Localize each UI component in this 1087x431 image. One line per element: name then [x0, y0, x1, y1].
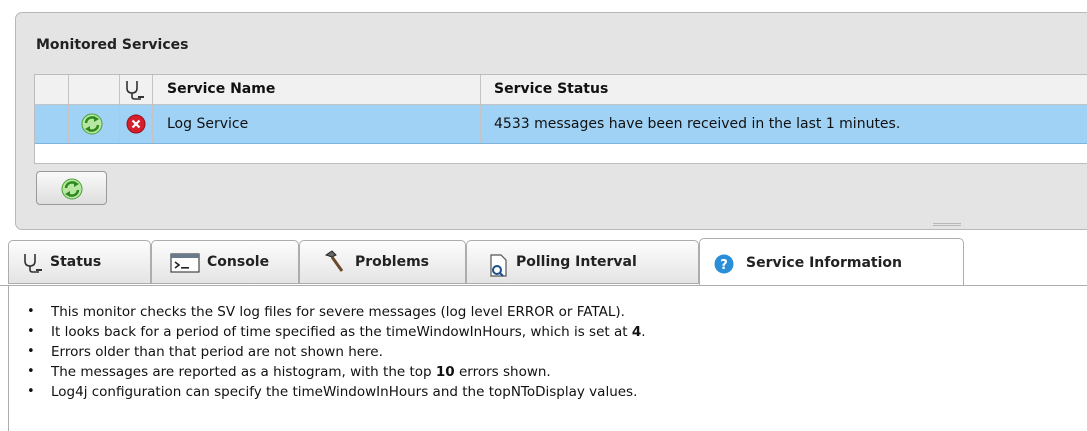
console-icon — [170, 253, 200, 273]
service-information-content: This monitor checks the SV log files for… — [0, 286, 1087, 431]
refresh-button[interactable] — [36, 171, 107, 205]
refresh-icon[interactable] — [81, 113, 103, 135]
svg-text:?: ? — [720, 258, 728, 273]
services-table: Service Name Service Status Log Service … — [34, 74, 1087, 164]
tab-problems-label: Problems — [355, 254, 430, 270]
document-search-icon — [490, 254, 507, 277]
tab-service-information-label: Service Information — [746, 255, 902, 271]
tab-bar: Status Console Problems Polling Interval… — [0, 238, 1087, 286]
tab-polling-interval-label: Polling Interval — [516, 254, 637, 270]
refresh-icon — [61, 178, 83, 200]
splitter-handle[interactable] — [933, 223, 961, 230]
tab-polling-interval[interactable]: Polling Interval — [466, 240, 699, 284]
list-item: This monitor checks the SV log files for… — [27, 302, 646, 322]
column-header-service-name[interactable]: Service Name — [167, 75, 275, 104]
panel-title: Monitored Services — [36, 37, 189, 53]
monitored-services-panel: Monitored Services Service Name Service … — [15, 12, 1087, 230]
column-header-service-status[interactable]: Service Status — [494, 75, 608, 104]
tab-console[interactable]: Console — [151, 240, 299, 284]
tab-status-label: Status — [50, 254, 102, 270]
error-icon — [126, 114, 146, 134]
help-icon: ? — [714, 254, 734, 274]
hammer-icon — [324, 250, 344, 272]
tab-problems[interactable]: Problems — [299, 240, 466, 284]
tab-service-information[interactable]: ? Service Information — [699, 238, 964, 286]
tab-console-label: Console — [207, 254, 270, 270]
list-item: The messages are reported as a histogram… — [27, 362, 646, 382]
service-name-cell[interactable]: Log Service — [167, 105, 248, 143]
list-item: Errors older than that period are not sh… — [27, 342, 646, 362]
list-item: Log4j configuration can specify the time… — [27, 382, 646, 402]
tab-status[interactable]: Status — [8, 240, 151, 284]
stethoscope-icon — [24, 254, 42, 273]
stethoscope-icon[interactable] — [123, 79, 145, 108]
info-list: This monitor checks the SV log files for… — [27, 302, 646, 402]
list-item: It looks back for a period of time speci… — [27, 322, 646, 342]
service-status-cell[interactable]: 4533 messages have been received in the … — [494, 105, 900, 143]
